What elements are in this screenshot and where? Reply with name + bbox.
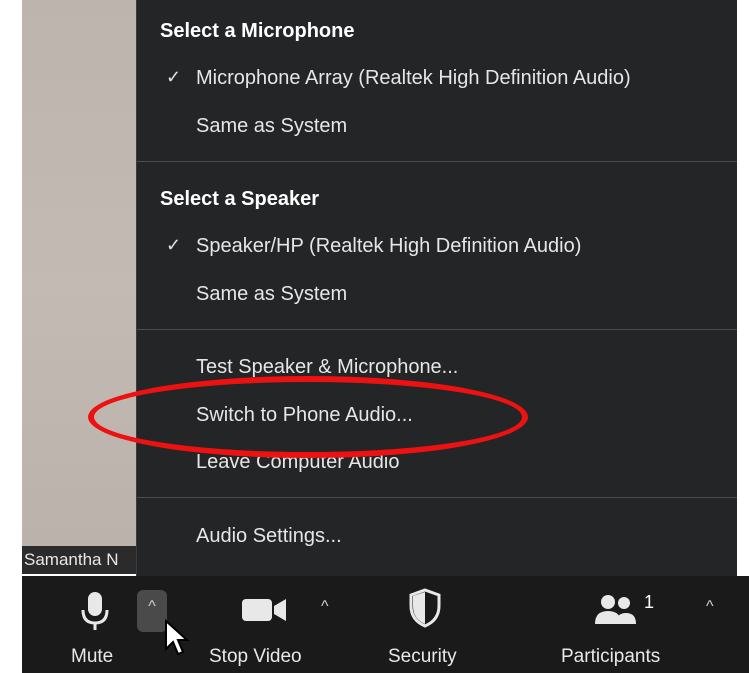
participant-video (22, 0, 146, 574)
microphone-icon (81, 592, 109, 630)
menu-item-mic-same-as-system[interactable]: Same as System (196, 115, 347, 138)
divider (137, 329, 737, 330)
speaker-section-header: Select a Speaker (160, 188, 319, 210)
participants-count: 1 (644, 592, 655, 612)
stop-video-label: Stop Video (209, 646, 302, 667)
meeting-toolbar: Mute ^ Stop Video ^ Security 1 Participa… (22, 576, 749, 673)
checkmark-icon: ✓ (166, 67, 182, 87)
participants-label: Participants (561, 646, 661, 667)
chevron-up-icon: ^ (321, 598, 329, 615)
participants-icon (595, 595, 636, 624)
video-camera-icon (242, 599, 286, 621)
menu-item-speaker-same-as-system[interactable]: Same as System (196, 283, 347, 306)
mute-label: Mute (71, 646, 114, 667)
microphone-section-header: Select a Microphone (160, 20, 355, 42)
video-options-caret-button[interactable]: ^ (321, 598, 329, 616)
menu-item-switch-to-phone-audio[interactable]: Switch to Phone Audio... (196, 404, 413, 427)
security-label: Security (388, 646, 457, 667)
mouse-cursor-icon (165, 619, 190, 656)
chevron-up-icon: ^ (148, 598, 156, 615)
audio-menu: Select a Microphone ✓ Microphone Array (… (136, 0, 737, 576)
divider (137, 161, 737, 162)
participants-options-caret-button[interactable]: ^ (706, 598, 714, 616)
menu-item-test-speaker-mic[interactable]: Test Speaker & Microphone... (196, 356, 458, 379)
menu-item-leave-computer-audio[interactable]: Leave Computer Audio (196, 451, 399, 474)
audio-options-caret-button[interactable]: ^ (137, 590, 167, 632)
menu-item-audio-settings[interactable]: Audio Settings... (196, 525, 342, 548)
divider (137, 497, 737, 498)
participant-name-tag: Samantha N (22, 546, 148, 574)
menu-item-label: Speaker/HP (Realtek High Definition Audi… (196, 235, 582, 257)
checkmark-icon: ✓ (166, 235, 182, 255)
menu-item-label: Microphone Array (Realtek High Definitio… (196, 67, 631, 89)
shield-icon (409, 588, 441, 628)
chevron-up-icon: ^ (706, 598, 714, 615)
